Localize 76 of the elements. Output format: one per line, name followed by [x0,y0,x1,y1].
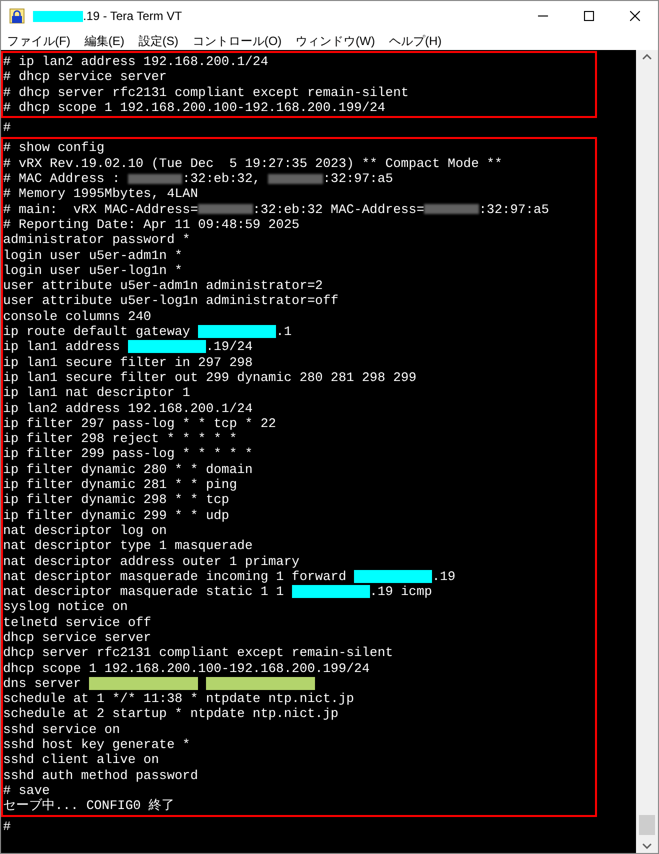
blurred-text [128,174,182,184]
terminal-line: schedule at 1 */* 11:38 * ntpdate ntp.nict.jp [3,691,354,706]
padlock-icon [9,8,25,24]
terminal-line: ip filter dynamic 299 * * udp [3,508,230,523]
window-title: .19 - Tera Term VT [83,8,182,25]
terminal-text: :32:eb:32 MAC-Address= [252,202,424,217]
blurred-text [198,204,253,214]
terminal-line: ip lan1 secure filter in 297 298 [3,354,253,370]
terminal-line: ip filter 299 pass-log * * * * * [3,446,253,462]
scrollbar[interactable] [636,50,658,853]
terminal-line: # dhcp server rfc2131 compliant except remain-silent [3,84,409,100]
blurred-text [424,204,479,214]
terminal-line: ip filter dynamic 281 * * ping [3,477,238,492]
terminal-text: :32:97:a5 [322,171,394,186]
terminal-line: # Reporting Date: Apr 11 09:48:59 2025 [3,216,300,232]
scroll-down-icon[interactable] [642,843,652,849]
terminal-text: ip route default gateway [3,324,192,340]
terminal-text: .19 icmp [370,584,432,600]
terminal-line: schedule at 2 startup * ntpdate ntp.nict.jp [3,706,338,722]
terminal-line: # [3,818,11,834]
terminal-text: nat descriptor masquerade static 1 1 [3,584,285,600]
terminal-line: nat descriptor address outer 1 primary [3,554,300,569]
menu-item[interactable]: ヘルプ(H) [388,32,442,50]
terminal-line: login user u5er-log1n * [3,262,182,278]
menu-item[interactable]: 編集(E) [84,32,124,50]
terminal-line: # [3,120,11,136]
terminal-line: nat descriptor log on [3,522,167,538]
terminal-text: ip lan1 address [3,339,122,355]
terminal-line: ip filter dynamic 298 * * tcp [3,492,230,508]
terminal-text: nat descriptor masquerade incoming 1 forward [3,568,348,584]
terminal-line: # Memory 1995Mbytes, 4LAN [3,186,198,202]
menu-item[interactable]: コントロール(O) [192,32,282,50]
terminal-line: ip filter 297 pass-log * * tcp * 22 [3,416,276,432]
terminal-text: # main: vRX MAC-Address= [3,202,198,217]
terminal-line: # ip lan2 address 192.168.200.1/24 [3,54,268,70]
terminal-line: ip lan1 secure filter out 299 dynamic 280 281 298 299 [3,370,416,386]
terminal-line: # save [3,782,50,798]
terminal-line: administrator password * [3,232,190,248]
terminal-line: # dhcp scope 1 192.168.200.100-192.168.200.199/24 [3,100,386,116]
terminal-line: ip lan2 address 192.168.200.1/24 [3,400,253,416]
terminal-text: .19/24 [206,339,253,355]
scrollbar-thumb[interactable] [639,815,655,835]
terminal-text: # MAC Address : [3,171,122,186]
terminal-line: login user u5er-adm1n * [3,248,182,263]
terminal-text: dns server [3,676,82,692]
terminal-text: :32:97:a5 [478,202,550,217]
scroll-up-icon[interactable] [642,54,652,60]
terminal-line: セーブ中... CONFIG0 終了 [3,798,175,814]
terminal-line: console columns 240 [3,308,152,324]
terminal-text: .1 [276,324,292,340]
terminal-text: .19 [432,568,456,584]
terminal-line: dhcp server rfc2131 compliant except remain-silent [3,645,394,661]
terminal-line: user attribute u5er-adm1n administrator=2 [3,278,323,294]
menu-item[interactable]: ウィンドウ(W) [296,32,375,50]
terminal-line: user attribute u5er-log1n administrator=off [3,293,338,309]
terminal-text: :32:eb:32, [182,171,262,186]
terminal-line: syslog notice on [3,599,128,615]
terminal-line: dhcp service server [3,630,152,646]
terminal-line: telnetd service off [3,614,152,630]
terminal-line: ip filter dynamic 280 * * domain [3,462,253,478]
terminal-line: nat descriptor type 1 masquerade [3,538,253,554]
menu-item[interactable]: 設定(S) [138,32,178,50]
menu-item[interactable]: ファイル(F) [7,32,70,50]
terminal-line: ip lan1 nat descriptor 1 [3,385,190,401]
blurred-text [268,174,323,184]
terminal-line: sshd service on [3,722,120,738]
terminal-line: dhcp scope 1 192.168.200.100-192.168.200.199/24 [3,660,370,676]
terminal-line: ip filter 298 reject * * * * * [3,431,238,446]
terminal-line: # dhcp service server [3,69,167,85]
terminal-line: # show config [3,140,104,156]
maximize-icon [584,11,594,21]
terminal-line: # vRX Rev.19.02.10 (Tue Dec 5 19:27:35 2023) ** Compact Mode ** [3,156,502,172]
terminal-line: sshd auth method password [3,768,198,783]
terminal-line: sshd client alive on [3,752,160,768]
terminal-line: sshd host key generate * [3,737,190,752]
close-icon [630,11,640,21]
